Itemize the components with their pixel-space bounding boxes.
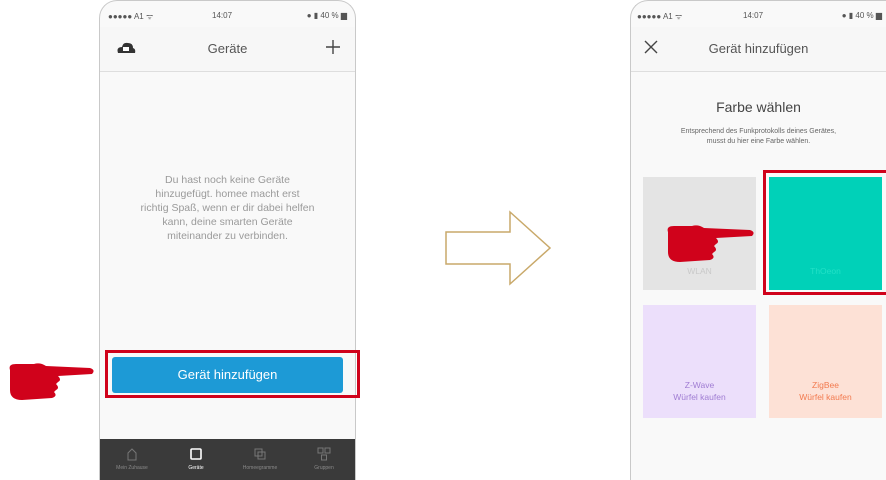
page-title: Geräte	[207, 41, 248, 56]
nav-bar: Geräte	[100, 27, 355, 72]
pointing-hand-icon	[667, 225, 754, 262]
status-bar: ●●●●● A1 ᯤ 14:07 ● ▮ 40 % ▆	[100, 11, 355, 25]
tab-home[interactable]: Mein Zuhause	[100, 439, 164, 480]
tile-zwave[interactable]: Z-Wave Würfel kaufen	[643, 305, 756, 418]
homeegram-icon	[254, 448, 266, 460]
tab-devices[interactable]: Geräte	[164, 439, 228, 480]
add-button-highlight-frame	[105, 350, 360, 398]
tile-zigbee[interactable]: ZigBee Würfel kaufen	[769, 305, 882, 418]
tile-label: WLAN	[687, 266, 712, 276]
status-bar: ●●●●● A1 ᯤ 14:07 ● ▮ 40 % ▆	[631, 11, 886, 25]
battery-indicator: ● ▮ 40 % ▆	[841, 11, 882, 20]
clock: 14:07	[743, 11, 764, 20]
page-title: Gerät hinzufügen	[708, 41, 809, 56]
color-select-heading: Farbe wählen	[716, 99, 801, 115]
tab-label: Gruppen	[314, 465, 334, 471]
tab-label: Geräte	[188, 465, 204, 471]
tab-label: Mein Zuhause	[116, 465, 148, 471]
tile-highlight-frame	[763, 170, 886, 295]
tile-label: Z-Wave Würfel kaufen	[673, 380, 726, 402]
phone-devices-screen: ●●●●● A1 ᯤ 14:07 ● ▮ 40 % ▆ Geräte Du ha…	[99, 0, 356, 480]
nav-bar: Gerät hinzufügen	[631, 27, 886, 72]
tab-groups[interactable]: Gruppen	[292, 439, 355, 480]
tab-bar: Mein Zuhause Geräte Homeegramme Gruppen	[100, 439, 355, 480]
carrier-signal: ●●●●● A1 ᯤ	[637, 12, 683, 21]
battery-indicator: ● ▮ 40 % ▆	[306, 11, 347, 20]
pointing-hand-icon	[9, 363, 94, 400]
plus-icon[interactable]	[325, 39, 341, 55]
arrow-right-icon	[445, 210, 552, 286]
tile-label: ZigBee Würfel kaufen	[799, 380, 852, 402]
clock: 14:07	[212, 11, 233, 20]
groups-icon	[317, 447, 331, 461]
tab-homeegrams[interactable]: Homeegramme	[228, 439, 292, 480]
device-icon	[190, 448, 202, 460]
carrier-signal: ●●●●● A1 ᯤ	[108, 12, 154, 21]
home-icon	[127, 448, 137, 461]
tab-label: Homeegramme	[242, 465, 278, 471]
color-select-description: Entsprechend des Funkprotokolls deines G…	[680, 128, 837, 145]
empty-state-message: Du hast noch keine Geräte hinzugefügt. h…	[140, 174, 315, 242]
